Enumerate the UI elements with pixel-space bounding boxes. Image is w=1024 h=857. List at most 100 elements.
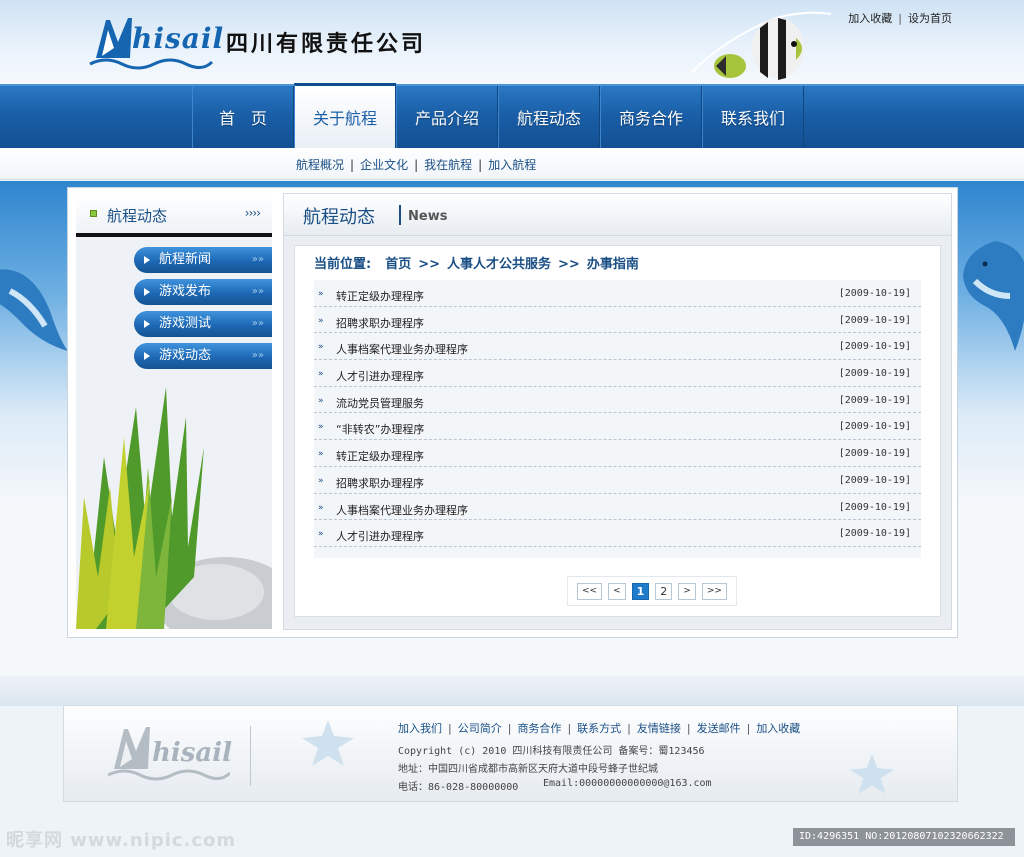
article-title[interactable]: 人事档案代理业务办理程序 (336, 341, 468, 357)
divider: | (414, 158, 419, 172)
arrow-right-icon (144, 256, 150, 264)
last-page-button[interactable]: >> (701, 583, 727, 600)
footer-link-favorite[interactable]: 加入收藏 (756, 722, 800, 735)
sidebar-title: 航程动态 (107, 207, 168, 225)
article-date: [2009-10-19] (838, 528, 911, 540)
subnav-join[interactable]: 加入航程 (488, 158, 536, 172)
sub-nav-items: 航程概况 | 企业文化 | 我在航程 | 加入航程 (296, 156, 536, 173)
starfish-icon (849, 754, 895, 794)
divider: | (350, 158, 355, 172)
pagination: << < 1 2 > >> (567, 576, 737, 606)
breadcrumb-guide[interactable]: 办事指南 (587, 257, 639, 272)
set-homepage-link[interactable]: 设为首页 (908, 12, 952, 25)
footer-link-about[interactable]: 公司简介 (458, 722, 502, 735)
sidebar-item-label: 航程新闻 (159, 252, 212, 267)
footer-link-business[interactable]: 商务合作 (517, 722, 561, 735)
footer-links: 加入我们 | 公司简介 | 商务合作 | 联系方式 | 友情链接 | 发送邮件 | 加入收藏 (398, 720, 800, 736)
list-item[interactable]: » 转正定级办理程序 [2009-10-19] (314, 280, 921, 307)
list-item[interactable]: » 招聘求职办理程序 [2009-10-19] (314, 307, 921, 334)
double-arrow-icon: » (318, 529, 323, 540)
article-title[interactable]: 转正定级办理程序 (336, 448, 424, 464)
sidebar-item-label: 游戏测试 (159, 316, 212, 331)
article-date: [2009-10-19] (838, 394, 911, 406)
footer-link-friends[interactable]: 友情链接 (637, 722, 681, 735)
more-arrows-icon[interactable]: ›››› (245, 206, 261, 220)
double-arrow-icon: » (318, 369, 323, 380)
sidebar-body: 航程新闻 »» 游戏发布 »» 游戏测试 »» 游戏动态 »» (76, 237, 272, 629)
first-page-button[interactable]: << (577, 583, 603, 600)
nav-business[interactable]: 商务合作 (600, 86, 702, 148)
nav-news[interactable]: 航程动态 (498, 86, 600, 148)
sidebar-item-label: 游戏动态 (159, 348, 212, 363)
divider: | (507, 722, 512, 735)
double-arrow-icon: » (318, 289, 323, 299)
article-date: [2009-10-19] (838, 288, 911, 299)
top-links: 加入收藏 | 设为首页 (848, 10, 952, 26)
page-subtitle: News (408, 209, 448, 224)
sidebar-item-game-release[interactable]: 游戏发布 »» (134, 279, 272, 305)
article-title[interactable]: 转正定级办理程序 (336, 288, 424, 304)
divider (250, 726, 251, 786)
arrow-right-icon (144, 288, 150, 296)
logo-text: hisail (132, 22, 225, 55)
list-item[interactable]: » 人事档案代理业务办理程序 [2009-10-19] (314, 494, 921, 521)
subnav-me-here[interactable]: 我在航程 (424, 158, 472, 172)
divider: | (898, 12, 902, 25)
list-item[interactable]: » 流动党员管理服务 [2009-10-19] (314, 387, 921, 414)
sidebar-item-hangcheng-news[interactable]: 航程新闻 »» (134, 247, 272, 273)
footer-link-join[interactable]: 加入我们 (398, 722, 442, 735)
page-2-button[interactable]: 2 (655, 583, 673, 600)
footer-link-email[interactable]: 发送邮件 (697, 722, 741, 735)
nav-about[interactable]: 关于航程 (294, 83, 396, 148)
footer-link-contact[interactable]: 联系方式 (577, 722, 621, 735)
sidebar-item-game-test[interactable]: 游戏测试 »» (134, 311, 272, 337)
arrow-right-icon (144, 320, 150, 328)
footer-email: Email:00000000000000@163.com (543, 778, 712, 789)
article-title[interactable]: “非转农”办理程序 (336, 421, 424, 437)
breadcrumb-home[interactable]: 首页 (385, 257, 411, 272)
double-arrow-icon: » (318, 502, 323, 513)
divider (399, 205, 401, 225)
watermark-id: ID:4296351 NO:20120807102320662322 (793, 828, 1015, 846)
page-title: 航程动态 (303, 207, 375, 228)
square-bullet-icon (90, 210, 97, 217)
page-1-button[interactable]: 1 (631, 583, 650, 600)
subnav-culture[interactable]: 企业文化 (360, 158, 408, 172)
subnav-overview[interactable]: 航程概况 (296, 158, 344, 172)
sub-nav: 航程概况 | 企业文化 | 我在航程 | 加入航程 (0, 148, 1024, 180)
double-arrow-icon: » (318, 315, 323, 326)
article-title[interactable]: 人才引进办理程序 (336, 368, 424, 384)
chevrons-icon: »» (251, 254, 264, 265)
add-favorite-link[interactable]: 加入收藏 (848, 12, 892, 25)
main-header: 航程动态 News (283, 193, 952, 236)
article-title[interactable]: 招聘求职办理程序 (336, 315, 424, 331)
article-title[interactable]: 招聘求职办理程序 (336, 475, 424, 491)
article-title[interactable]: 流动党员管理服务 (336, 395, 424, 411)
list-item[interactable]: » “非转农”办理程序 [2009-10-19] (314, 413, 921, 441)
footer-phone: 电话：86-028-80000000 (398, 782, 519, 793)
list-item[interactable]: » 转正定级办理程序 [2009-10-19] (314, 440, 921, 467)
article-title[interactable]: 人才引进办理程序 (336, 528, 424, 544)
next-page-button[interactable]: > (678, 583, 696, 600)
prev-page-button[interactable]: < (608, 583, 626, 600)
footer-band (0, 676, 1024, 706)
list-item[interactable]: » 人才引进办理程序 [2009-10-19] (314, 520, 921, 547)
main-nav-items: 首 页 关于航程 产品介绍 航程动态 商务合作 联系我们 (192, 83, 804, 148)
article-date: [2009-10-19] (838, 341, 911, 353)
company-name: 四川有限责任公司 (226, 31, 427, 57)
sidebar-menu: 航程新闻 »» 游戏发布 »» 游戏测试 »» 游戏动态 »» (134, 247, 272, 375)
nav-home[interactable]: 首 页 (192, 86, 294, 148)
list-item[interactable]: » 人事档案代理业务办理程序 [2009-10-19] (314, 333, 921, 361)
breadcrumb: 当前位置: 首页 >> 人事人才公共服务 >> 办事指南 (314, 253, 639, 272)
breadcrumb-hr-services[interactable]: 人事人才公共服务 (447, 257, 551, 272)
divider: | (448, 722, 452, 735)
sidebar-item-game-news[interactable]: 游戏动态 »» (134, 343, 272, 369)
article-title[interactable]: 人事档案代理业务办理程序 (336, 502, 468, 518)
arrow-right-icon (144, 352, 150, 360)
list-item[interactable]: » 招聘求职办理程序 [2009-10-19] (314, 467, 921, 494)
starfish-icon (302, 720, 354, 766)
nav-contact[interactable]: 联系我们 (702, 86, 804, 148)
double-arrow-icon: » (318, 422, 323, 433)
list-item[interactable]: » 人才引进办理程序 [2009-10-19] (314, 360, 921, 387)
nav-products[interactable]: 产品介绍 (396, 86, 498, 148)
